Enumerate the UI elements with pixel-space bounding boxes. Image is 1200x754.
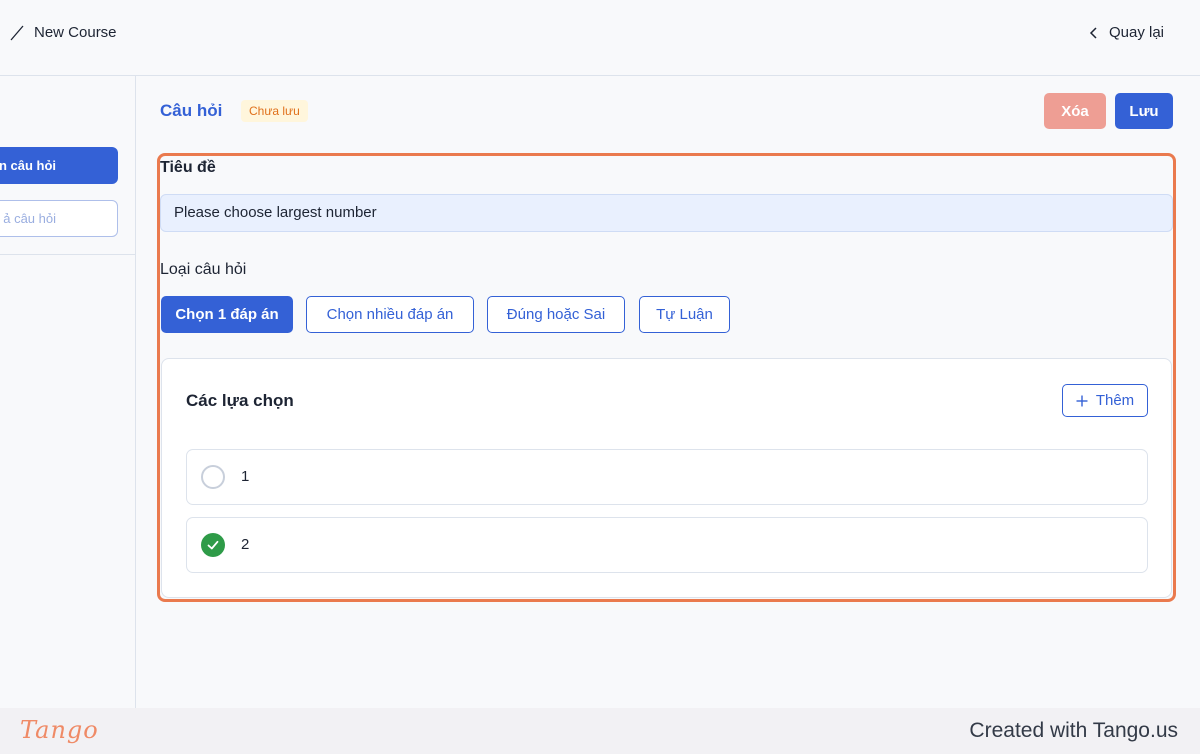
choice-option-row[interactable]: 2 [186, 517, 1148, 573]
choice-option-label: 2 [241, 536, 250, 553]
radio-unchecked-icon[interactable] [201, 465, 225, 489]
sidebar-item-question-active[interactable]: n câu hỏi [0, 147, 118, 184]
type-multiple-choice-button[interactable]: Chọn nhiều đáp án [306, 296, 474, 333]
top-bar: New Course Quay lại [0, 0, 1200, 76]
title-label: Tiêu đề [160, 159, 216, 176]
choice-option-row[interactable]: 1 [186, 449, 1148, 505]
add-choice-label: Thêm [1095, 392, 1135, 409]
sidebar-divider [0, 254, 135, 255]
status-badge: Chưa lưu [241, 100, 308, 122]
created-with-text: Created with Tango.us [969, 719, 1178, 742]
checkmark-icon [207, 540, 219, 550]
plus-icon [1076, 395, 1088, 406]
footer: Tango Created with Tango.us [0, 708, 1200, 754]
breadcrumb-course-title[interactable]: New Course [34, 24, 117, 42]
check-circle-icon[interactable] [201, 533, 225, 557]
sidebar: n câu hỏi ả câu hỏi [0, 76, 136, 708]
choice-option-label: 1 [241, 468, 250, 485]
tango-logo: Tango [20, 716, 99, 744]
section-title: Câu hỏi [160, 101, 223, 120]
question-type-label: Loại câu hỏi [160, 261, 247, 278]
type-essay-button[interactable]: Tự Luận [639, 296, 730, 333]
delete-button[interactable]: Xóa [1044, 93, 1106, 129]
type-single-choice-button[interactable]: Chọn 1 đáp án [161, 296, 293, 333]
add-choice-button[interactable]: Thêm [1062, 384, 1148, 417]
type-true-false-button[interactable]: Đúng hoặc Sai [487, 296, 625, 333]
choices-title: Các lựa chọn [186, 391, 294, 410]
breadcrumb-slash-icon [10, 25, 24, 41]
sidebar-item-question[interactable]: ả câu hỏi [0, 200, 118, 237]
save-button[interactable]: Lưu [1115, 93, 1173, 129]
back-label: Quay lại [1108, 24, 1164, 41]
title-input[interactable]: Please choose largest number [160, 194, 1173, 232]
chevron-left-icon [1089, 27, 1097, 39]
back-button[interactable]: Quay lại [1089, 24, 1164, 42]
